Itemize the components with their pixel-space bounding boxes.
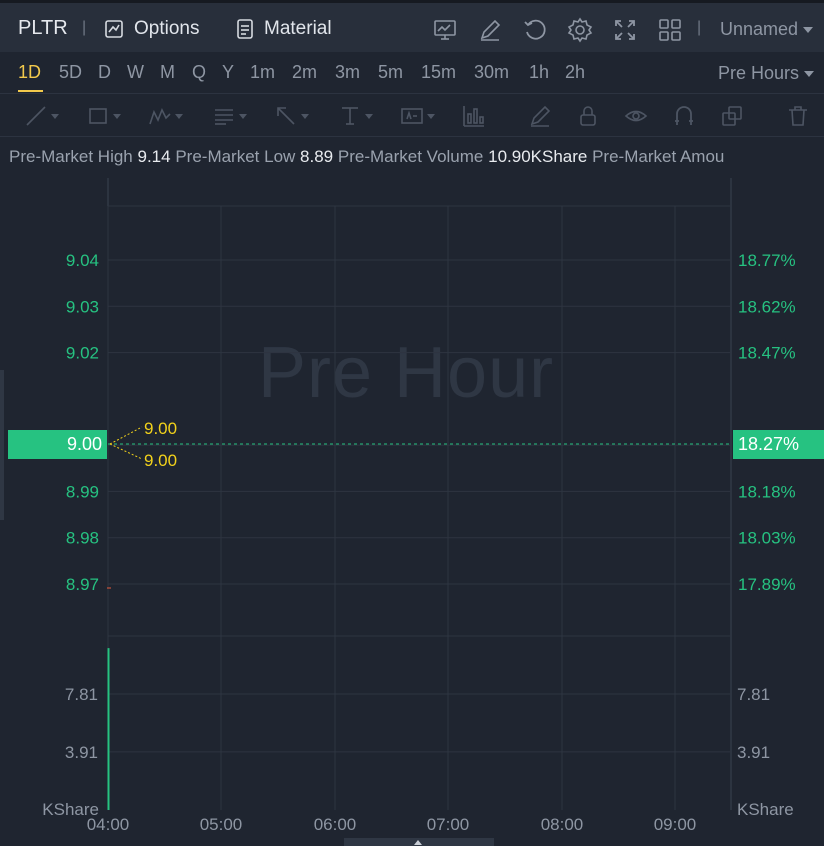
annotation-leader-low <box>109 443 143 460</box>
annotation-leader-high <box>109 426 143 445</box>
volume-tick-label-right: 3.91 <box>737 743 770 762</box>
price-tick-label: 8.98 <box>66 529 99 548</box>
volume-unit-label: KShare <box>42 800 99 819</box>
x-tick-label: 09:00 <box>654 815 697 834</box>
percent-tick-label: 18.03% <box>738 529 796 548</box>
volume-tick-label-right: 7.81 <box>737 685 770 704</box>
price-tick-label: 9.02 <box>66 344 99 363</box>
volume-unit-label-right: KShare <box>737 800 794 819</box>
price-tick-label: 8.97 <box>66 575 99 594</box>
price-tick-label: 9.04 <box>66 251 99 270</box>
percent-tick-label: 18.62% <box>738 297 796 316</box>
current-price-value: 9.00 <box>67 434 102 454</box>
annotation-low-label: 9.00 <box>144 451 177 470</box>
percent-tick-label: 18.77% <box>738 251 796 270</box>
percent-tick-label: 17.89% <box>738 575 796 594</box>
scroll-handle-icon <box>414 840 422 845</box>
x-tick-label: 07:00 <box>427 815 470 834</box>
current-percent-value: 18.27% <box>738 434 799 454</box>
percent-tick-label: 18.18% <box>738 482 796 501</box>
timeline-scrollbar[interactable] <box>344 838 494 846</box>
price-tick-label: 9.03 <box>66 297 99 316</box>
volume-tick-label: 7.81 <box>65 685 98 704</box>
x-tick-label: 06:00 <box>314 815 357 834</box>
volume-tick-label: 3.91 <box>65 743 98 762</box>
price-tick-label: 8.99 <box>66 482 99 501</box>
annotation-high-label: 9.00 <box>144 419 177 438</box>
x-tick-label: 08:00 <box>541 815 584 834</box>
price-chart[interactable]: 04:00 05:00 06:00 07:00 08:00 09:009.04 18.77%… <box>0 0 824 846</box>
x-tick-label: 05:00 <box>200 815 243 834</box>
percent-tick-label: 18.47% <box>738 344 796 363</box>
